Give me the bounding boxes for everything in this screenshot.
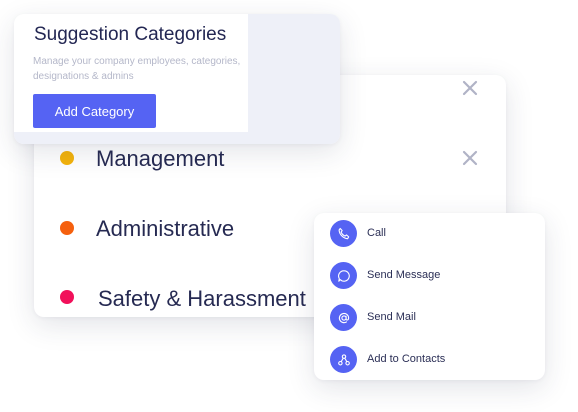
suggestion-categories-header-card: Suggestion Categories Manage your compan… — [14, 14, 340, 144]
contact-actions-menu: Call Send Message Send Mail Add to Conta… — [314, 213, 545, 380]
action-send-mail[interactable]: Send Mail — [330, 304, 535, 332]
action-call[interactable]: Call — [330, 220, 535, 248]
category-color-dot — [60, 221, 74, 235]
category-label: Safety & Harassment — [98, 286, 306, 311]
category-label: Administrative — [96, 216, 235, 241]
message-bubble-icon — [330, 262, 357, 289]
contacts-share-icon — [330, 346, 357, 373]
category-color-dot — [60, 290, 74, 304]
remove-category-icon[interactable] — [461, 149, 479, 167]
action-label: Send Mail — [367, 311, 416, 323]
close-icon[interactable] — [461, 79, 479, 97]
action-label: Add to Contacts — [367, 353, 446, 365]
page-description: Manage your company employees, categorie… — [33, 56, 241, 82]
at-sign-icon — [330, 304, 357, 331]
action-send-message[interactable]: Send Message — [330, 262, 535, 290]
action-label: Call — [367, 227, 386, 239]
action-label: Send Message — [367, 269, 441, 281]
action-add-to-contacts[interactable]: Add to Contacts — [330, 346, 535, 374]
category-row-management[interactable]: Management — [34, 138, 506, 178]
header-side-panel — [248, 14, 340, 144]
add-category-button[interactable]: Add Category — [33, 94, 156, 128]
page-title: Suggestion Categories — [34, 24, 227, 45]
category-label: Management — [96, 146, 225, 171]
category-color-dot — [60, 151, 74, 165]
header-bottom-panel — [14, 132, 248, 144]
header-content: Suggestion Categories Manage your compan… — [14, 14, 248, 132]
phone-icon — [330, 220, 357, 247]
